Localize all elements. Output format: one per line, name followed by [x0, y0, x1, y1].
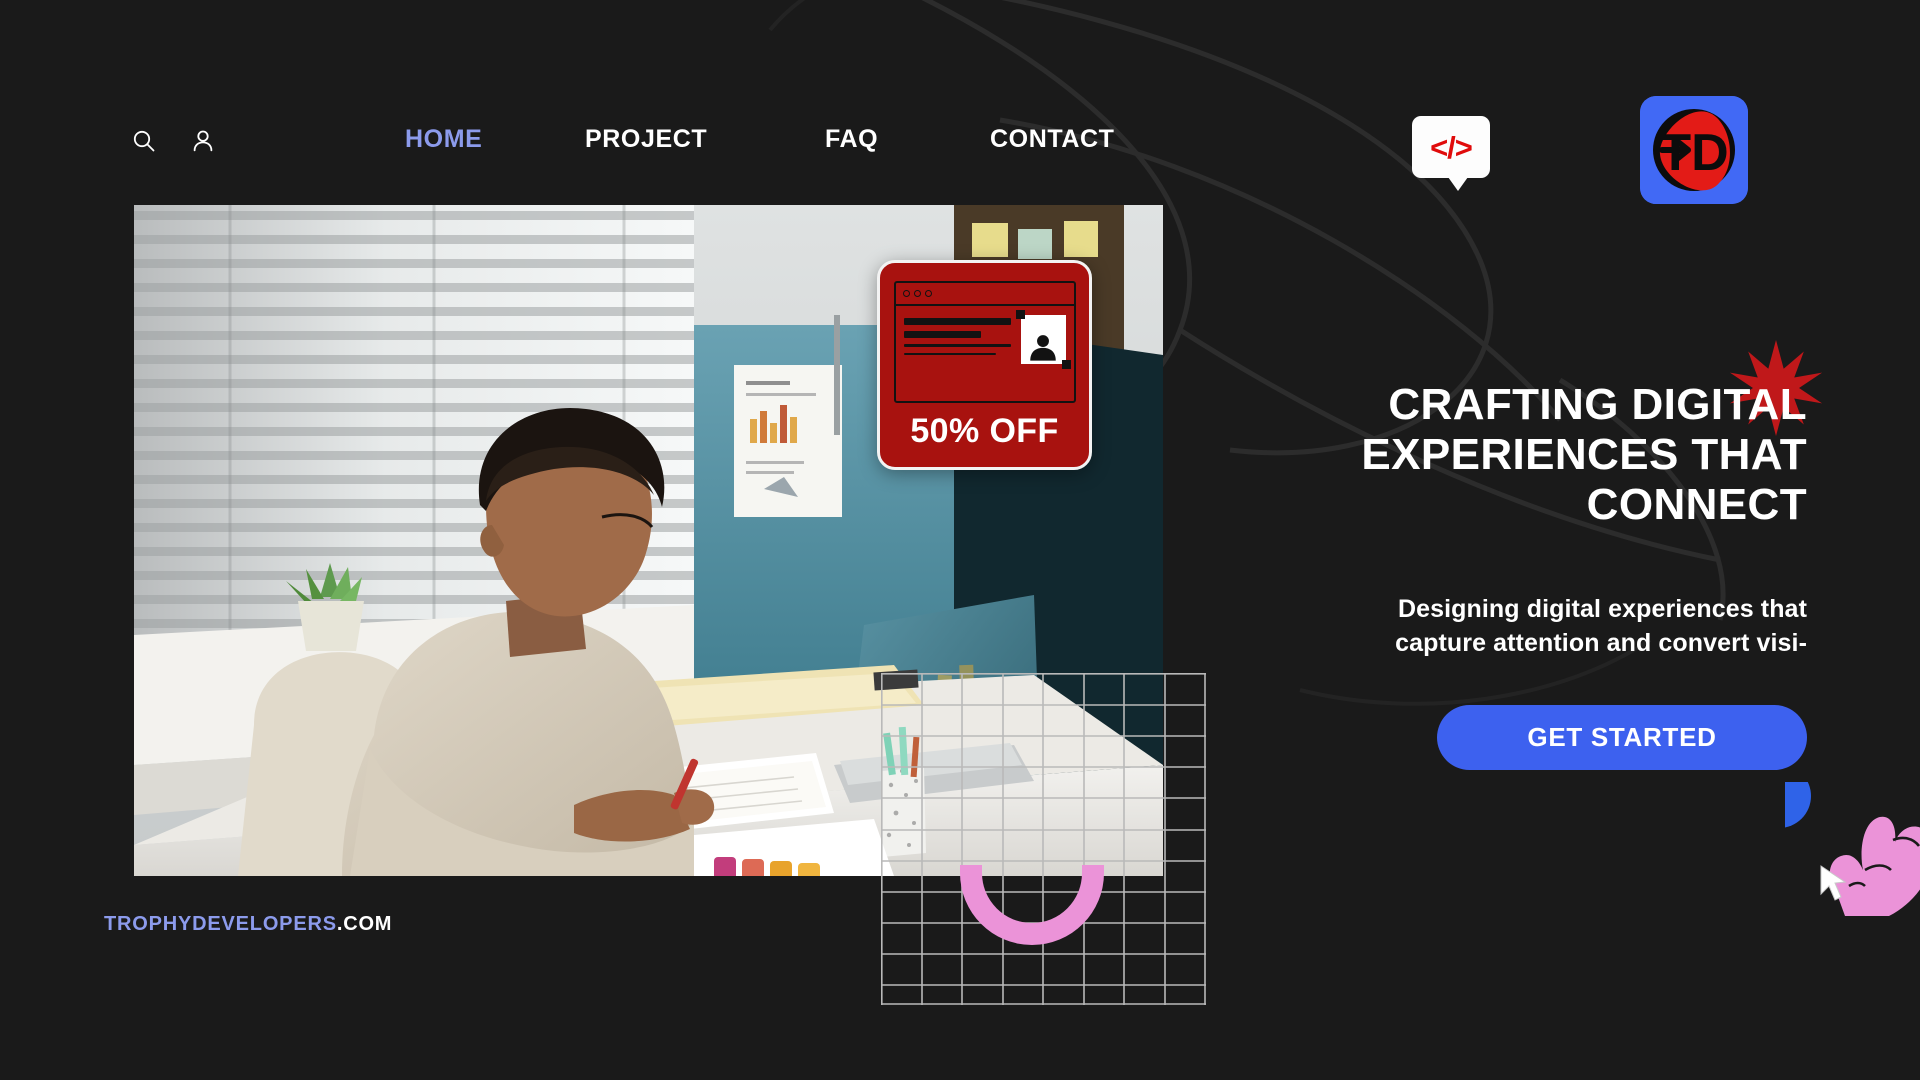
browser-text-lines [903, 315, 1011, 364]
hero-content: CRAFTING DIGITAL EXPERIENCES THAT CONNEC… [1187, 380, 1807, 770]
text-line [903, 331, 981, 338]
footer-brand-suffix: .COM [336, 913, 393, 935]
top-navigation: HOME PROJECT FAQ CONTACT </> TD [0, 0, 1920, 204]
text-line [903, 352, 996, 355]
avatar-placeholder-icon [1015, 310, 1071, 369]
crop-handle-top-left [1015, 310, 1025, 319]
user-icon[interactable] [190, 128, 216, 154]
nav-link-home[interactable]: HOME [405, 125, 585, 154]
window-dot-3 [924, 290, 932, 297]
page-root: HOME PROJECT FAQ CONTACT </> TD 50% OFF … [0, 0, 1920, 1080]
grid-decoration [881, 673, 1206, 1005]
hero-title-line-2: EXPERIENCES THAT [1361, 430, 1807, 480]
pink-hand-cursor-illustration [1785, 782, 1920, 916]
discount-badge: 50% OFF [877, 260, 1092, 470]
window-dot-2 [913, 290, 921, 297]
footer-brand[interactable]: TROPHYDEVELOPERS.COM [104, 913, 392, 936]
person-glyph [1030, 335, 1056, 361]
nav-link-faq[interactable]: FAQ [825, 125, 990, 154]
nav-icon-group [131, 128, 216, 154]
text-line [903, 344, 1011, 347]
trophy-developers-logo[interactable]: TD [1640, 96, 1748, 204]
page-title: CRAFTING DIGITAL EXPERIENCES THAT CONNEC… [1187, 380, 1807, 530]
browser-content [896, 306, 1074, 369]
crop-handle-bottom-right [1061, 360, 1071, 369]
nav-link-project[interactable]: PROJECT [585, 125, 825, 154]
hero-title-line-1: CRAFTING DIGITAL [1388, 380, 1807, 429]
code-bubble-glyph: </> [1430, 129, 1473, 165]
cta-container: GET STARTED [1187, 704, 1807, 770]
hero-title-line-3: CONNECT [1586, 480, 1807, 530]
nav-links: HOME PROJECT FAQ CONTACT [405, 125, 1115, 154]
window-dot-1 [902, 290, 910, 297]
browser-window-illustration [893, 281, 1076, 403]
discount-text: 50% OFF [910, 412, 1059, 450]
get-started-button[interactable]: GET STARTED [1437, 704, 1807, 770]
footer-brand-primary: TROPHYDEVELOPERS [104, 913, 337, 935]
hero-subtitle: Designing digital experiences that captu… [1187, 593, 1807, 660]
browser-titlebar [895, 283, 1074, 306]
svg-text:TD: TD [1659, 124, 1728, 182]
text-line [903, 318, 1011, 325]
logo-mark: TD [1640, 96, 1748, 204]
search-icon[interactable] [131, 128, 157, 154]
nav-link-contact[interactable]: CONTACT [990, 125, 1115, 154]
hero-subtitle-line-2: capture attention and convert visi- [1395, 628, 1807, 657]
code-bubble-icon[interactable]: </> [1412, 116, 1490, 191]
hero-subtitle-line-1: Designing digital experiences that [1397, 595, 1807, 624]
